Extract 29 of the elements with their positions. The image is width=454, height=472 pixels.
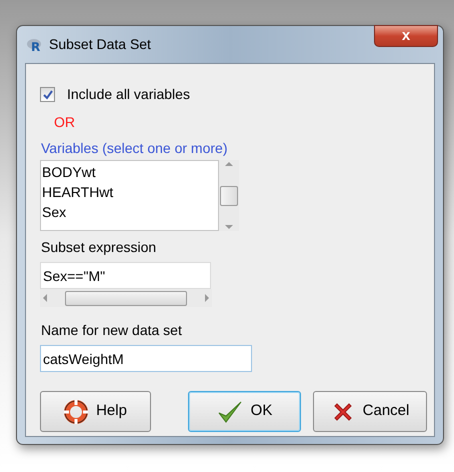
- list-item[interactable]: HEARTHwt: [41, 182, 218, 202]
- checkbox[interactable]: [40, 87, 55, 102]
- list-item[interactable]: Sex: [41, 202, 218, 222]
- new-name-field[interactable]: catsWeightM: [40, 345, 252, 372]
- check-icon: [42, 90, 52, 100]
- scroll-thumb[interactable]: [65, 290, 187, 306]
- new-name-label: Name for new data set: [41, 322, 182, 338]
- vertical-scrollbar[interactable]: [219, 160, 239, 231]
- scroll-right-icon[interactable]: [205, 294, 209, 302]
- subset-expression-field[interactable]: Sex=="M": [40, 262, 211, 289]
- scroll-up-icon[interactable]: [225, 162, 233, 166]
- variables-listbox[interactable]: BODYwt HEARTHwt Sex: [40, 160, 219, 231]
- r-logo-icon: R: [27, 38, 43, 52]
- cancel-button[interactable]: Cancel: [313, 391, 427, 432]
- list-item[interactable]: BODYwt: [41, 162, 218, 182]
- scroll-left-icon[interactable]: [43, 294, 47, 302]
- horizontal-scrollbar[interactable]: [40, 289, 212, 307]
- close-button[interactable]: x: [374, 25, 438, 47]
- checkmark-icon: [216, 400, 243, 424]
- help-button[interactable]: Help: [40, 391, 151, 432]
- or-label: OR: [54, 114, 75, 130]
- ok-button[interactable]: OK: [188, 391, 301, 432]
- scroll-down-icon[interactable]: [225, 225, 233, 229]
- window-title: Subset Data Set: [49, 35, 151, 54]
- scroll-thumb[interactable]: [220, 186, 238, 206]
- checkbox-label: Include all variables: [67, 85, 190, 104]
- lifebuoy-icon: [64, 400, 88, 424]
- subset-expression-label: Subset expression: [41, 239, 156, 255]
- variables-label: Variables (select one or more): [41, 140, 228, 156]
